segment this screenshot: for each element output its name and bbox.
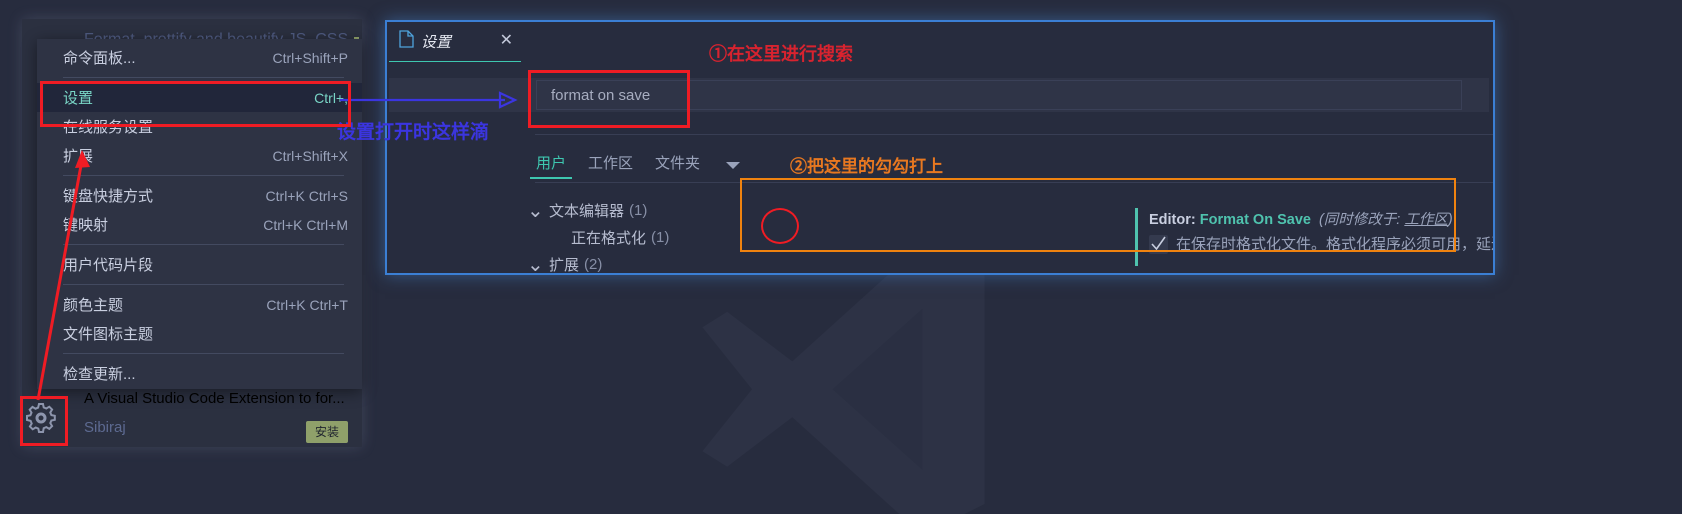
gear-icon[interactable]	[25, 402, 57, 439]
settings-tree-count: (1)	[629, 202, 648, 219]
chevron-down-icon[interactable]: ⌄	[527, 201, 549, 221]
settings-tree-row[interactable]: 正在格式化 (1)	[527, 224, 693, 251]
scope-tab-list[interactable]: 用户 工作区 文件夹	[529, 152, 700, 179]
menu-item-9[interactable]: 检查更新...	[37, 359, 362, 388]
annotation-step-1: ①在这里进行搜索	[709, 44, 853, 65]
install-button[interactable]: 安装	[306, 421, 349, 443]
menu-item-label: 颜色主题	[63, 297, 124, 314]
menu-item-shortcut: Ctrl+Shift+P	[272, 49, 348, 66]
settings-tree[interactable]: ⌄文本编辑器(1)正在格式化(1)⌄扩展(2)Beautify config(1…	[527, 197, 693, 274]
menu-item-5[interactable]: 键映射 Ctrl+K Ctrl+M	[37, 210, 362, 239]
menu-item-label: 键盘快捷方式	[63, 188, 154, 205]
highlight-box-setting-item	[740, 178, 1456, 252]
menu-item-label: 扩展	[63, 148, 94, 165]
chevron-down-icon[interactable]: ⌄	[527, 255, 549, 274]
editor-tab-bar: 设置 ✕	[387, 22, 1493, 62]
menu-item-shortcut: Ctrl+K Ctrl+M	[263, 216, 348, 233]
highlight-box-search-input	[528, 70, 690, 128]
menu-item-shortcut: Ctrl+K Ctrl+T	[266, 296, 348, 313]
menu-item-shortcut: Ctrl+K Ctrl+S	[265, 187, 348, 204]
chevron-down-icon[interactable]	[725, 158, 741, 176]
menu-item-label: 文件图标主题	[63, 326, 154, 343]
annotation-step-2: ②把这里的勾勾打上	[790, 157, 943, 177]
file-icon	[399, 30, 414, 53]
tab-settings[interactable]: 设置 ✕	[389, 22, 521, 62]
menu-item-7[interactable]: 颜色主题 Ctrl+K Ctrl+T	[37, 290, 362, 319]
menu-separator	[63, 353, 344, 354]
settings-tree-row[interactable]: ⌄ 扩展 (2)	[527, 251, 693, 274]
settings-tree-count: (1)	[651, 229, 670, 246]
annotation-note-blue: 设置打开时这样滴	[337, 121, 490, 143]
menu-item-4[interactable]: 键盘快捷方式 Ctrl+K Ctrl+S	[37, 181, 362, 210]
scope-tab-2[interactable]: 文件夹	[655, 152, 700, 179]
highlight-box-settings-menu-item	[40, 81, 351, 127]
extension-item-description: A Visual Studio Code Extension to for...	[84, 390, 345, 407]
settings-tree-row[interactable]: ⌄ 文本编辑器 (1)	[527, 197, 693, 224]
menu-item-8[interactable]: 文件图标主题	[37, 319, 362, 348]
highlight-ellipse-checkbox	[761, 208, 799, 244]
settings-tree-label: 扩展	[549, 257, 580, 274]
menu-item-0[interactable]: 命令面板... Ctrl+Shift+P	[37, 43, 362, 72]
menu-separator	[63, 175, 344, 176]
settings-tree-label: 正在格式化	[571, 230, 647, 247]
settings-tree-count: (2)	[584, 256, 603, 273]
extension-item-author: Sibiraj	[84, 419, 126, 436]
scope-tab-1[interactable]: 工作区	[588, 152, 633, 179]
settings-tree-label: 文本编辑器	[549, 203, 625, 220]
menu-separator	[63, 77, 344, 78]
menu-item-shortcut: Ctrl+Shift+X	[272, 147, 348, 164]
menu-item-3[interactable]: 扩展 Ctrl+Shift+X	[37, 141, 362, 170]
menu-item-label: 检查更新...	[63, 366, 136, 383]
tab-label: 设置	[421, 34, 452, 51]
menu-separator	[63, 244, 344, 245]
screenshot-root: Format, prettify and beautify JS, CSS A …	[0, 0, 1682, 514]
menu-item-6[interactable]: 用户代码片段	[37, 250, 362, 279]
divider	[535, 134, 1493, 135]
close-icon[interactable]: ✕	[500, 33, 513, 49]
menu-separator	[63, 284, 344, 285]
menu-item-label: 命令面板...	[63, 50, 136, 67]
scope-tab-0[interactable]: 用户	[529, 152, 573, 179]
menu-item-label: 键映射	[63, 217, 109, 234]
menu-item-label: 用户代码片段	[63, 257, 154, 274]
